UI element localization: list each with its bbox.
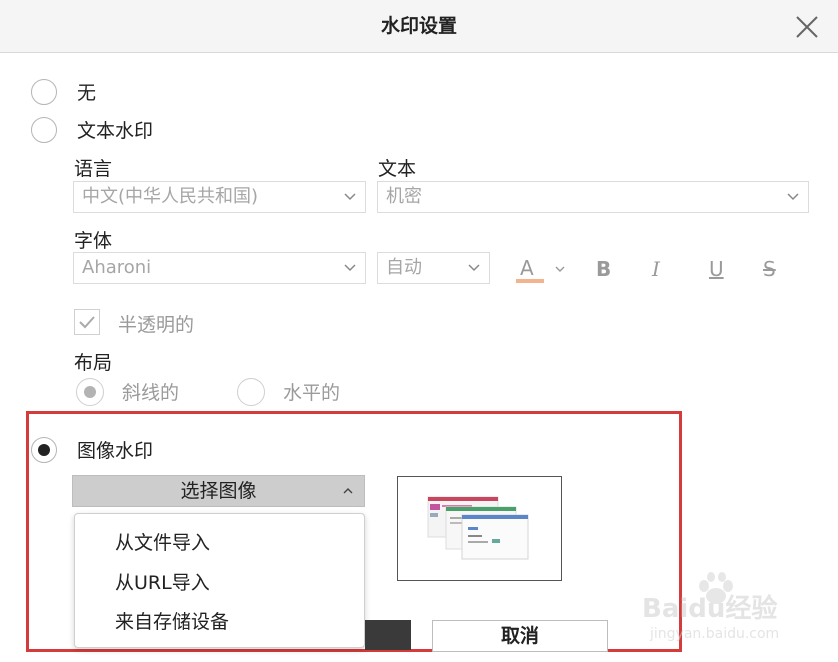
- chevron-up-icon: [343, 488, 353, 494]
- menu-item-import-url[interactable]: 从URL导入: [115, 568, 210, 595]
- chevron-down-icon: [344, 193, 356, 201]
- radio-image-watermark[interactable]: [31, 437, 57, 463]
- cancel-label: 取消: [500, 625, 539, 647]
- strikethrough-button[interactable]: S: [763, 257, 776, 281]
- size-select-value: 自动: [386, 257, 422, 278]
- menu-item-import-file[interactable]: 从文件导入: [115, 528, 210, 555]
- watermark-brand: Baidu经验: [642, 594, 778, 624]
- bold-button[interactable]: B: [596, 257, 611, 281]
- language-select-value: 中文(中华人民共和国): [82, 186, 259, 207]
- radio-text-watermark-label: 文本水印: [77, 120, 154, 142]
- font-color-icon: A: [520, 256, 534, 280]
- radio-diagonal[interactable]: [76, 378, 104, 406]
- size-select[interactable]: 自动: [377, 252, 490, 284]
- radio-horizontal-label: 水平的: [283, 382, 341, 404]
- font-select[interactable]: Aharoni: [73, 252, 366, 284]
- font-label: 字体: [74, 230, 113, 252]
- text-select[interactable]: 机密: [377, 181, 809, 213]
- image-preview: [397, 476, 562, 581]
- language-label: 语言: [74, 158, 113, 180]
- chevron-down-icon: [344, 264, 356, 272]
- chevron-down-icon: [468, 264, 480, 272]
- radio-selected-dot: [84, 386, 96, 398]
- image-thumbnail: [427, 496, 529, 560]
- layout-label: 布局: [74, 352, 113, 374]
- select-image-menu: 从文件导入 从URL导入 来自存储设备: [74, 513, 365, 648]
- select-image-button[interactable]: 选择图像: [72, 475, 365, 507]
- radio-none[interactable]: [31, 79, 57, 105]
- italic-button[interactable]: I: [652, 257, 660, 281]
- watermark-url: jingyan.baidu.com: [650, 626, 780, 642]
- baidu-watermark: Baidu经验 jingyan.baidu.com: [640, 572, 830, 652]
- radio-selected-dot: [38, 444, 50, 456]
- radio-horizontal[interactable]: [237, 378, 265, 406]
- menu-item-storage-device[interactable]: 来自存储设备: [115, 607, 229, 634]
- dialog-title: 水印设置: [380, 15, 457, 37]
- semi-transparent-checkbox[interactable]: [74, 309, 100, 335]
- radio-image-watermark-label: 图像水印: [77, 440, 154, 462]
- radio-none-label: 无: [77, 82, 97, 104]
- text-select-value: 机密: [386, 186, 422, 207]
- chevron-down-icon: [555, 266, 565, 272]
- font-select-value: Aharoni: [82, 257, 152, 278]
- select-image-label: 选择图像: [180, 480, 257, 502]
- check-icon: [79, 316, 95, 329]
- radio-diagonal-label: 斜线的: [122, 382, 180, 404]
- confirm-button[interactable]: [365, 620, 411, 650]
- semi-transparent-label: 半透明的: [118, 314, 195, 336]
- underline-button[interactable]: U: [709, 257, 724, 281]
- language-select[interactable]: 中文(中华人民共和国): [73, 181, 366, 213]
- chevron-down-icon: [787, 193, 799, 201]
- font-color-swatch: [516, 279, 544, 283]
- close-icon[interactable]: [792, 12, 822, 42]
- font-color-button[interactable]: A: [514, 254, 570, 284]
- radio-text-watermark[interactable]: [31, 117, 57, 143]
- cancel-button[interactable]: 取消: [432, 620, 608, 652]
- text-label: 文本: [378, 158, 417, 180]
